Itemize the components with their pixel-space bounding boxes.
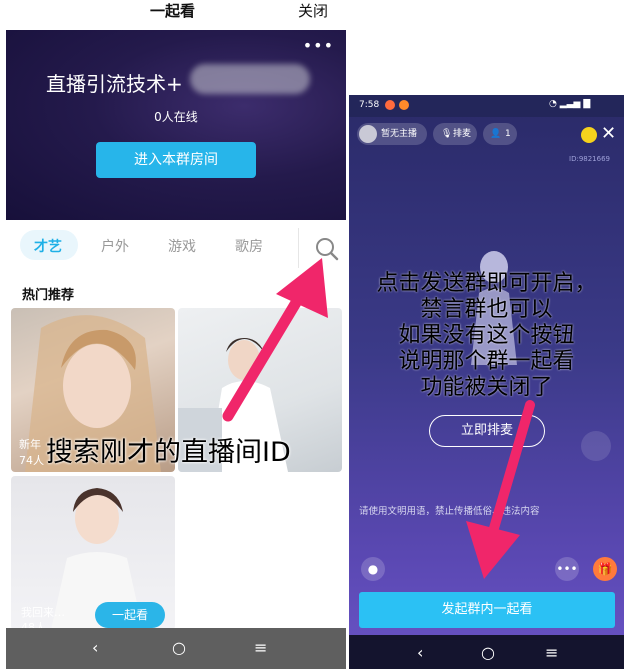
home-icon[interactable]: ○	[172, 638, 186, 657]
enter-room-button[interactable]: 进入本群房间	[96, 142, 256, 178]
room-id: ID:9821669	[569, 155, 610, 163]
top-bar: 一起看 关闭	[0, 0, 346, 30]
chat-icon[interactable]: ●	[361, 557, 385, 581]
online-count: 0人在线	[154, 110, 198, 124]
card-viewers: 74人	[19, 454, 44, 467]
annotation-arrow	[466, 400, 535, 579]
host-label: 暂无主播	[381, 129, 418, 139]
system-nav-bar: ‹ ○ ≡	[6, 628, 346, 669]
home-icon[interactable]: ○	[481, 643, 495, 662]
avatar	[359, 125, 377, 143]
status-bar: 7:58 ◔ ▂▃▅ ▇	[349, 95, 624, 117]
page-title: 一起看	[150, 2, 196, 20]
annotation-arrow	[222, 258, 328, 422]
section-title: 热门推荐	[22, 288, 75, 303]
back-icon[interactable]: ‹	[92, 638, 98, 657]
signal-icon: ◔ ▂▃▅ ▇	[549, 99, 591, 109]
close-icon[interactable]: ✕	[601, 123, 616, 144]
viewer-count: 1	[505, 129, 511, 139]
mic-queue-pill[interactable]: 🎙 排麦	[433, 123, 477, 145]
viewer-pill[interactable]: 👤 1	[483, 123, 517, 145]
more-icon[interactable]: •••	[303, 36, 334, 55]
decor-planet	[581, 431, 611, 461]
user-icon: 👤	[490, 129, 502, 139]
system-nav-bar: ‹ ○ ≡	[349, 635, 624, 669]
notification-icon	[399, 100, 409, 110]
group-room-banner: ••• 直播引流技术+ 0人在线 进入本群房间	[6, 30, 346, 220]
notification-icon	[385, 100, 395, 110]
status-time: 7:58	[359, 100, 380, 110]
watch-room-screen: 7:58 ◔ ▂▃▅ ▇ 暂无主播 🎙 排麦 👤 1 ✕ ID:9821669 …	[349, 95, 624, 669]
watch-together-button[interactable]: 一起看	[95, 602, 165, 628]
menu-icon[interactable]: ≡	[545, 643, 558, 662]
host-pill[interactable]: 暂无主播	[357, 123, 427, 145]
smiley-icon[interactable]	[581, 127, 597, 143]
tab-talent[interactable]: 才艺	[34, 236, 62, 256]
card-title: 我回来…	[21, 606, 65, 619]
start-group-watch-button[interactable]: 发起群内一起看	[359, 592, 615, 628]
more-icon[interactable]: •••	[555, 557, 579, 581]
gift-icon[interactable]: 🎁	[593, 557, 617, 581]
close-button[interactable]: 关闭	[298, 0, 328, 21]
blurred-name	[190, 64, 310, 94]
left-phone-screen: 一起看 关闭 ••• 直播引流技术+ 0人在线 进入本群房间 才艺 户外 游戏 …	[0, 0, 346, 669]
room-title: 直播引流技术+	[46, 72, 183, 96]
right-phone-screen: 7:58 ◔ ▂▃▅ ▇ 暂无主播 🎙 排麦 👤 1 ✕ ID:9821669 …	[346, 0, 624, 669]
card-title: 新年	[19, 438, 41, 451]
live-room-card[interactable]: 我回来… 48人 一起看	[11, 476, 175, 630]
back-icon[interactable]: ‹	[417, 643, 423, 662]
mic-icon: 🎙	[441, 129, 453, 139]
overlay-caption: 搜索刚才的直播间ID	[46, 437, 291, 468]
mic-label: 排麦	[453, 129, 472, 139]
tab-outdoor[interactable]: 户外	[101, 236, 129, 256]
menu-icon[interactable]: ≡	[254, 638, 267, 657]
